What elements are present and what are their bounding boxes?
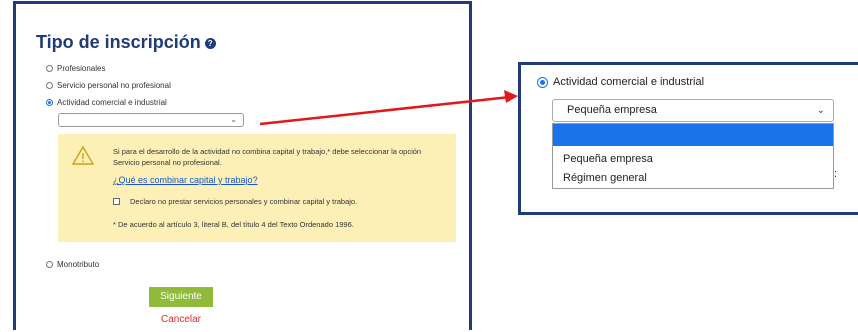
radio-label: Actividad comercial e industrial <box>553 76 705 88</box>
dropdown-option-regimen-general[interactable]: Régimen general <box>553 169 833 188</box>
warning-text: Si para el desarrollo de la actividad no… <box>113 147 422 167</box>
radio-circle[interactable] <box>46 65 53 72</box>
radio-profesionales[interactable]: Profesionales <box>46 64 105 73</box>
category-select-expanded[interactable]: Pequeña empresa ⌄ <box>552 99 834 122</box>
radio-label: Monotributo <box>57 260 100 269</box>
radio-servicio-personal[interactable]: Servicio personal no profesional <box>46 81 171 90</box>
category-dropdown-list: Pequeña empresa Régimen general <box>552 123 834 189</box>
question-circle-icon[interactable]: ? <box>204 37 216 49</box>
dropdown-option-pequena-empresa[interactable]: Pequeña empresa <box>553 150 833 169</box>
trailing-char: : <box>834 168 838 180</box>
radio-monotributo[interactable]: Monotributo <box>46 260 99 269</box>
radio-label: Actividad comercial e industrial <box>57 98 167 107</box>
registration-form-panel: Tipo de inscripción? Profesionales Servi… <box>13 1 472 330</box>
radio-label: Profesionales <box>57 64 106 73</box>
warning-box: Si para el desarrollo de la actividad no… <box>58 134 456 242</box>
radio-label: Servicio personal no profesional <box>57 81 171 90</box>
declaration-label: Declaro no prestar servicios personales … <box>130 197 358 206</box>
declaration-checkbox-row[interactable]: Declaro no prestar servicios personales … <box>113 197 357 206</box>
footnote-text: * De acuerdo al artículo 3, literal B, d… <box>113 220 354 229</box>
zoomed-dropdown-panel: Actividad comercial e industrial Pequeña… <box>518 62 858 215</box>
radio-actividad-comercial[interactable]: Actividad comercial e industrial <box>46 98 167 107</box>
radio-circle-selected[interactable] <box>46 99 53 106</box>
chevron-down-icon: ⌄ <box>816 105 825 116</box>
category-select-value: Pequeña empresa <box>567 104 657 116</box>
declaration-checkbox[interactable] <box>113 198 120 205</box>
next-button[interactable]: Siguiente <box>149 287 213 307</box>
combine-capital-link[interactable]: ¿Qué es combinar capital y trabajo? <box>113 175 258 185</box>
radio-circle[interactable] <box>46 82 53 89</box>
radio-circle-selected[interactable] <box>537 76 548 88</box>
page-title-text: Tipo de inscripción <box>36 32 201 52</box>
radio-circle[interactable] <box>46 261 53 268</box>
cancel-link[interactable]: Cancelar <box>156 314 206 325</box>
page-title: Tipo de inscripción? <box>36 32 216 53</box>
radio-actividad-comercial-zoomed[interactable]: Actividad comercial e industrial <box>537 76 704 88</box>
category-select[interactable]: ⌄ <box>58 113 244 127</box>
chevron-down-icon: ⌄ <box>230 115 237 124</box>
warning-triangle-icon <box>72 146 94 165</box>
dropdown-option-empty[interactable] <box>553 124 833 146</box>
